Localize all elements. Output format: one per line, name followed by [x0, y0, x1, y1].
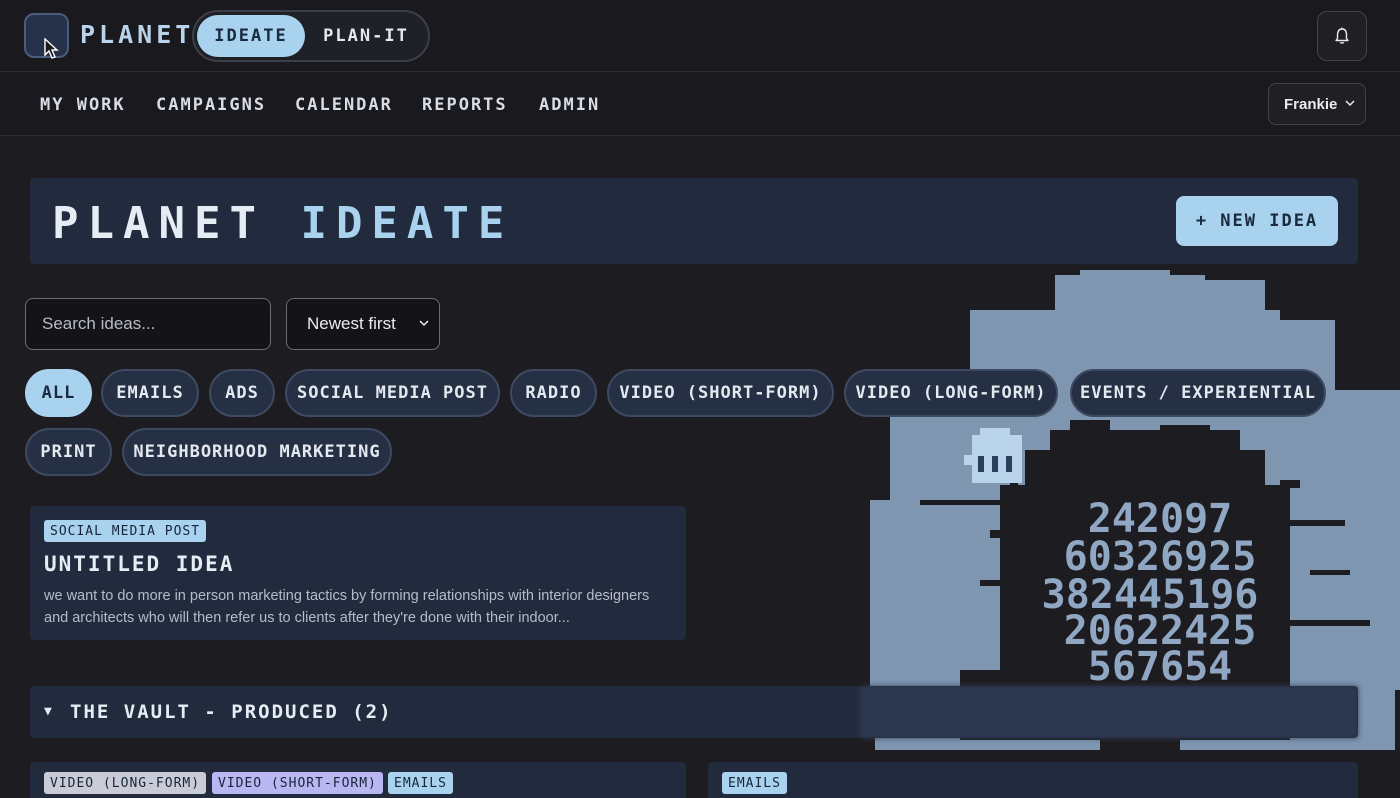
collapse-arrow-icon: ▼	[44, 704, 52, 719]
chip-ads[interactable]: ADS	[209, 369, 275, 417]
main-nav: MY WORK CAMPAIGNS CALENDAR REPORTS ADMIN…	[0, 73, 1400, 136]
sort-select[interactable]: Newest first	[286, 298, 440, 350]
vault-card-tag: VIDEO (LONG-FORM)	[44, 772, 207, 794]
chip-all[interactable]: ALL	[25, 369, 92, 417]
vault-card[interactable]: EMAILS	[708, 762, 1358, 798]
page-title-accent: IDEATE	[300, 198, 514, 249]
page-header: PLANET IDEATE + NEW IDEA	[30, 178, 1358, 264]
notifications-button[interactable]	[1317, 11, 1367, 61]
idea-card[interactable]: SOCIAL MEDIA POST UNTITLED IDEA we want …	[30, 506, 686, 640]
nav-my-work[interactable]: MY WORK	[40, 95, 126, 115]
vault-label: THE VAULT - PRODUCED (2)	[70, 701, 393, 723]
idea-description: we want to do more in person marketing t…	[44, 588, 650, 626]
nav-campaigns[interactable]: CAMPAIGNS	[156, 95, 266, 115]
bell-icon	[1335, 27, 1349, 44]
chip-video-long-form[interactable]: VIDEO (LONG-FORM)	[844, 369, 1058, 417]
chip-video-short-form[interactable]: VIDEO (SHORT-FORM)	[607, 369, 834, 417]
chip-print[interactable]: PRINT	[25, 428, 112, 476]
art-number-5: 567654	[1088, 644, 1233, 690]
user-select[interactable]: Frankie	[1268, 83, 1366, 125]
chip-radio[interactable]: RADIO	[510, 369, 597, 417]
mode-toggle: IDEATE PLAN-IT	[192, 10, 430, 62]
chevron-down-icon	[419, 320, 429, 327]
blur-overlay	[860, 686, 1358, 738]
sort-value: Newest first	[307, 314, 396, 333]
nav-calendar[interactable]: CALENDAR	[295, 95, 393, 115]
mode-ideate-button[interactable]: IDEATE	[197, 15, 305, 57]
page-title: PLANET IDEATE	[52, 198, 513, 249]
brand-name: PLANET	[80, 20, 195, 49]
new-idea-button[interactable]: + NEW IDEA	[1176, 196, 1338, 246]
vault-card-tag: VIDEO (SHORT-FORM)	[212, 772, 383, 794]
nav-reports[interactable]: REPORTS	[422, 95, 508, 115]
mode-plan-it-button[interactable]: PLAN-IT	[306, 15, 426, 57]
search-input[interactable]	[25, 298, 271, 350]
vault-card-tag: EMAILS	[388, 772, 453, 794]
idea-tag: SOCIAL MEDIA POST	[44, 520, 207, 542]
bee-icon	[964, 428, 1022, 483]
chip-neighborhood-marketing[interactable]: NEIGHBORHOOD MARKETING	[122, 428, 392, 476]
top-bar: PLANET IDEATE PLAN-IT	[0, 0, 1400, 72]
chip-events-experiential[interactable]: EVENTS / EXPERIENTIAL	[1070, 369, 1326, 417]
nav-admin[interactable]: ADMIN	[539, 95, 600, 115]
chip-social-media-post[interactable]: SOCIAL MEDIA POST	[285, 369, 500, 417]
chip-emails[interactable]: EMAILS	[101, 369, 199, 417]
chevron-down-icon	[1345, 100, 1355, 107]
user-name: Frankie	[1284, 95, 1338, 113]
vault-card-tag: EMAILS	[722, 772, 787, 794]
idea-title: UNTITLED IDEA	[44, 552, 235, 576]
vault-card[interactable]: VIDEO (LONG-FORM) VIDEO (SHORT-FORM) EMA…	[30, 762, 686, 798]
mouse-cursor-icon	[44, 38, 59, 59]
page-title-main: PLANET	[52, 198, 265, 249]
